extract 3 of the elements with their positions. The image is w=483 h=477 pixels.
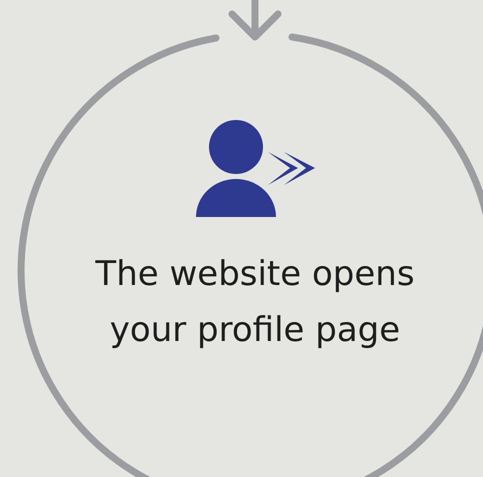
person-icon	[196, 120, 276, 217]
step-caption: The website opens your profile page	[94, 253, 416, 352]
double-chevron-icon	[268, 152, 315, 185]
